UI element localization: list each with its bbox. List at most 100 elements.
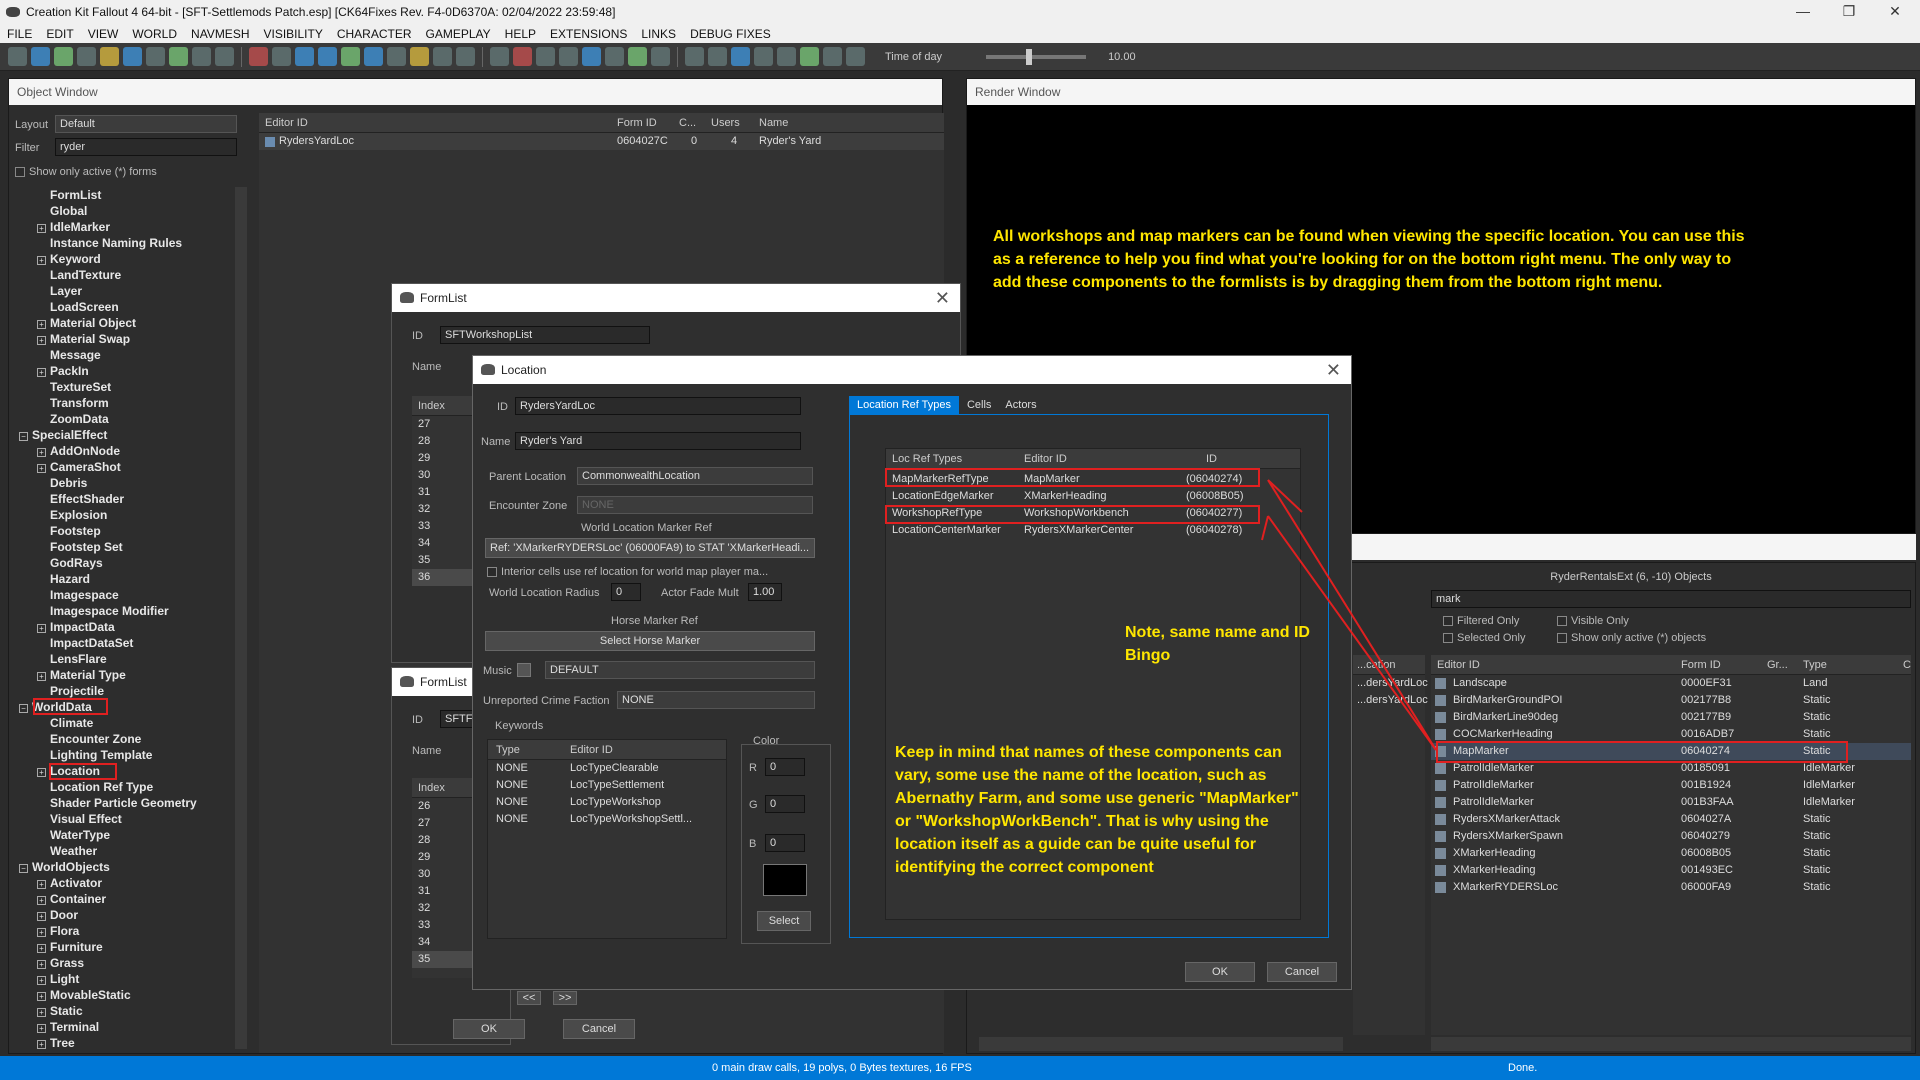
tree-item[interactable]: + Activator [19,875,241,891]
toolbar-tool-icon[interactable] [708,47,727,66]
tree-item[interactable]: + MovableStatic [19,987,241,1003]
crime-faction-dropdown[interactable]: NONE [617,691,815,709]
table-row[interactable]: NONE LocTypeSettlement [488,777,726,794]
checkbox-box[interactable] [1443,633,1453,644]
expand-icon[interactable]: + [37,1024,46,1033]
tree-item[interactable]: +ImpactDataSet [19,635,241,651]
tree-item[interactable]: +EffectShader [19,491,241,507]
col-group[interactable]: Gr... [1767,655,1788,675]
table-row[interactable]: BirdMarkerLine90deg 002177B9 Static [1431,709,1911,726]
toolbar-tool-icon[interactable] [685,47,704,66]
filter-input[interactable]: ryder [55,138,237,156]
toolbar-tool-icon[interactable] [582,47,601,66]
color-g-input[interactable]: 0 [765,795,805,813]
kw-col-editor-id[interactable]: Editor ID [570,740,613,760]
tree-item[interactable]: +Weather [19,843,241,859]
formlist-cancel-button[interactable]: Cancel [563,1019,635,1039]
expand-icon[interactable]: + [37,880,46,889]
col-users[interactable]: Users [711,113,740,133]
formlist-1-id-input[interactable]: SFTWorkshopList [440,326,650,344]
collapse-icon[interactable]: − [19,704,28,713]
toolbar-tool-icon[interactable] [433,47,452,66]
collapse-icon[interactable]: − [19,432,28,441]
expand-icon[interactable]: + [37,768,46,777]
visible-only-checkbox[interactable]: Visible Only [1557,615,1629,627]
toolbar-tool-icon[interactable] [318,47,337,66]
toolbar-tool-icon[interactable] [754,47,773,66]
tree-item[interactable]: +Global [19,203,241,219]
toolbar-tool-icon[interactable] [513,47,532,66]
tree-item[interactable]: +GodRays [19,555,241,571]
tree-item[interactable]: +ZoomData [19,411,241,427]
toolbar-tool-icon[interactable] [215,47,234,66]
list-item[interactable]: 31 [412,484,472,501]
left-h-scrollbar[interactable] [979,1037,1343,1051]
minimize-button[interactable]: — [1780,0,1826,24]
menu-visibility[interactable]: VISIBILITY [256,27,329,41]
tree-item[interactable]: +Projectile [19,683,241,699]
list-item[interactable]: 35 [412,951,472,968]
menu-gameplay[interactable]: GAMEPLAY [419,27,498,41]
tab-cells[interactable]: Cells [961,396,997,414]
tree-item[interactable]: − WorldObjects [19,859,241,875]
location-cancel-button[interactable]: Cancel [1267,962,1337,982]
tree-item[interactable]: +Footstep [19,523,241,539]
toolbar-tool-icon[interactable] [272,47,291,66]
tree-item[interactable]: +LandTexture [19,267,241,283]
music-dropdown[interactable]: DEFAULT [545,661,815,679]
color-swatch[interactable] [763,864,807,896]
tab-location-ref-types[interactable]: Location Ref Types [849,396,959,414]
world-location-marker-button[interactable]: Ref: 'XMarkerRYDERSLoc' (06000FA9) to ST… [485,538,815,558]
list-item[interactable]: 33 [412,917,472,934]
maximize-button[interactable]: ❐ [1826,0,1872,24]
tree-item[interactable]: + IdleMarker [19,219,241,235]
toolbar-tool-icon[interactable] [77,47,96,66]
menu-debug-fixes[interactable]: DEBUG FIXES [683,27,778,41]
tree-item[interactable]: + Grass [19,955,241,971]
cell-left-row[interactable]: ...dersYardLoc [1353,675,1428,692]
menu-view[interactable]: VIEW [81,27,126,41]
col-name[interactable]: Name [759,113,788,133]
expand-icon[interactable]: + [37,256,46,265]
toolbar-tool-icon[interactable] [249,47,268,66]
table-row[interactable]: PatrolIdleMarker 001B1924 IdleMarker [1431,777,1911,794]
expand-icon[interactable]: + [37,448,46,457]
col-loc-ref-types[interactable]: Loc Ref Types [892,449,962,469]
table-row[interactable]: NONE LocTypeWorkshop [488,794,726,811]
menu-help[interactable]: HELP [498,27,543,41]
checkbox-box[interactable] [1443,616,1453,627]
tree-item[interactable]: + Door [19,907,241,923]
col-c[interactable]: C... [679,113,696,133]
list-item[interactable]: 33 [412,518,472,535]
toolbar-tool-icon[interactable] [54,47,73,66]
next-button[interactable]: >> [553,991,577,1005]
tree-item[interactable]: +Hazard [19,571,241,587]
toolbar-tool-icon[interactable] [731,47,750,66]
encounter-zone-dropdown[interactable]: NONE [577,496,813,514]
selected-only-checkbox[interactable]: Selected Only [1443,632,1525,644]
toolbar-tool-icon[interactable] [536,47,555,66]
menu-world[interactable]: WORLD [125,27,184,41]
tree-item[interactable]: + CameraShot [19,459,241,475]
table-row[interactable]: LocationCenterMarker RydersXMarkerCenter (… [886,522,1300,539]
tree-item[interactable]: + Flora [19,923,241,939]
toolbar-tool-icon[interactable] [800,47,819,66]
tree-item[interactable]: + Light [19,971,241,987]
select-horse-marker-button[interactable]: Select Horse Marker [485,631,815,651]
expand-icon[interactable]: + [37,944,46,953]
tree-item[interactable]: +Imagespace [19,587,241,603]
toolbar-tool-icon[interactable] [628,47,647,66]
tree-item[interactable]: + Keyword [19,251,241,267]
menu-links[interactable]: LINKS [634,27,683,41]
tree-item[interactable]: + AddOnNode [19,443,241,459]
checkbox-box[interactable] [1557,616,1567,627]
interior-cells-checkbox[interactable]: Interior cells use ref location for worl… [487,566,768,578]
tree-item[interactable]: +Shader Particle Geometry [19,795,241,811]
tree-item[interactable]: +Imagespace Modifier [19,603,241,619]
toolbar-tool-icon[interactable] [341,47,360,66]
col-form-id[interactable]: Form ID [617,113,657,133]
tree-item[interactable]: +TextureSet [19,379,241,395]
expand-icon[interactable]: + [37,336,46,345]
tab-actors[interactable]: Actors [999,396,1042,414]
toolbar-tool-icon[interactable] [651,47,670,66]
